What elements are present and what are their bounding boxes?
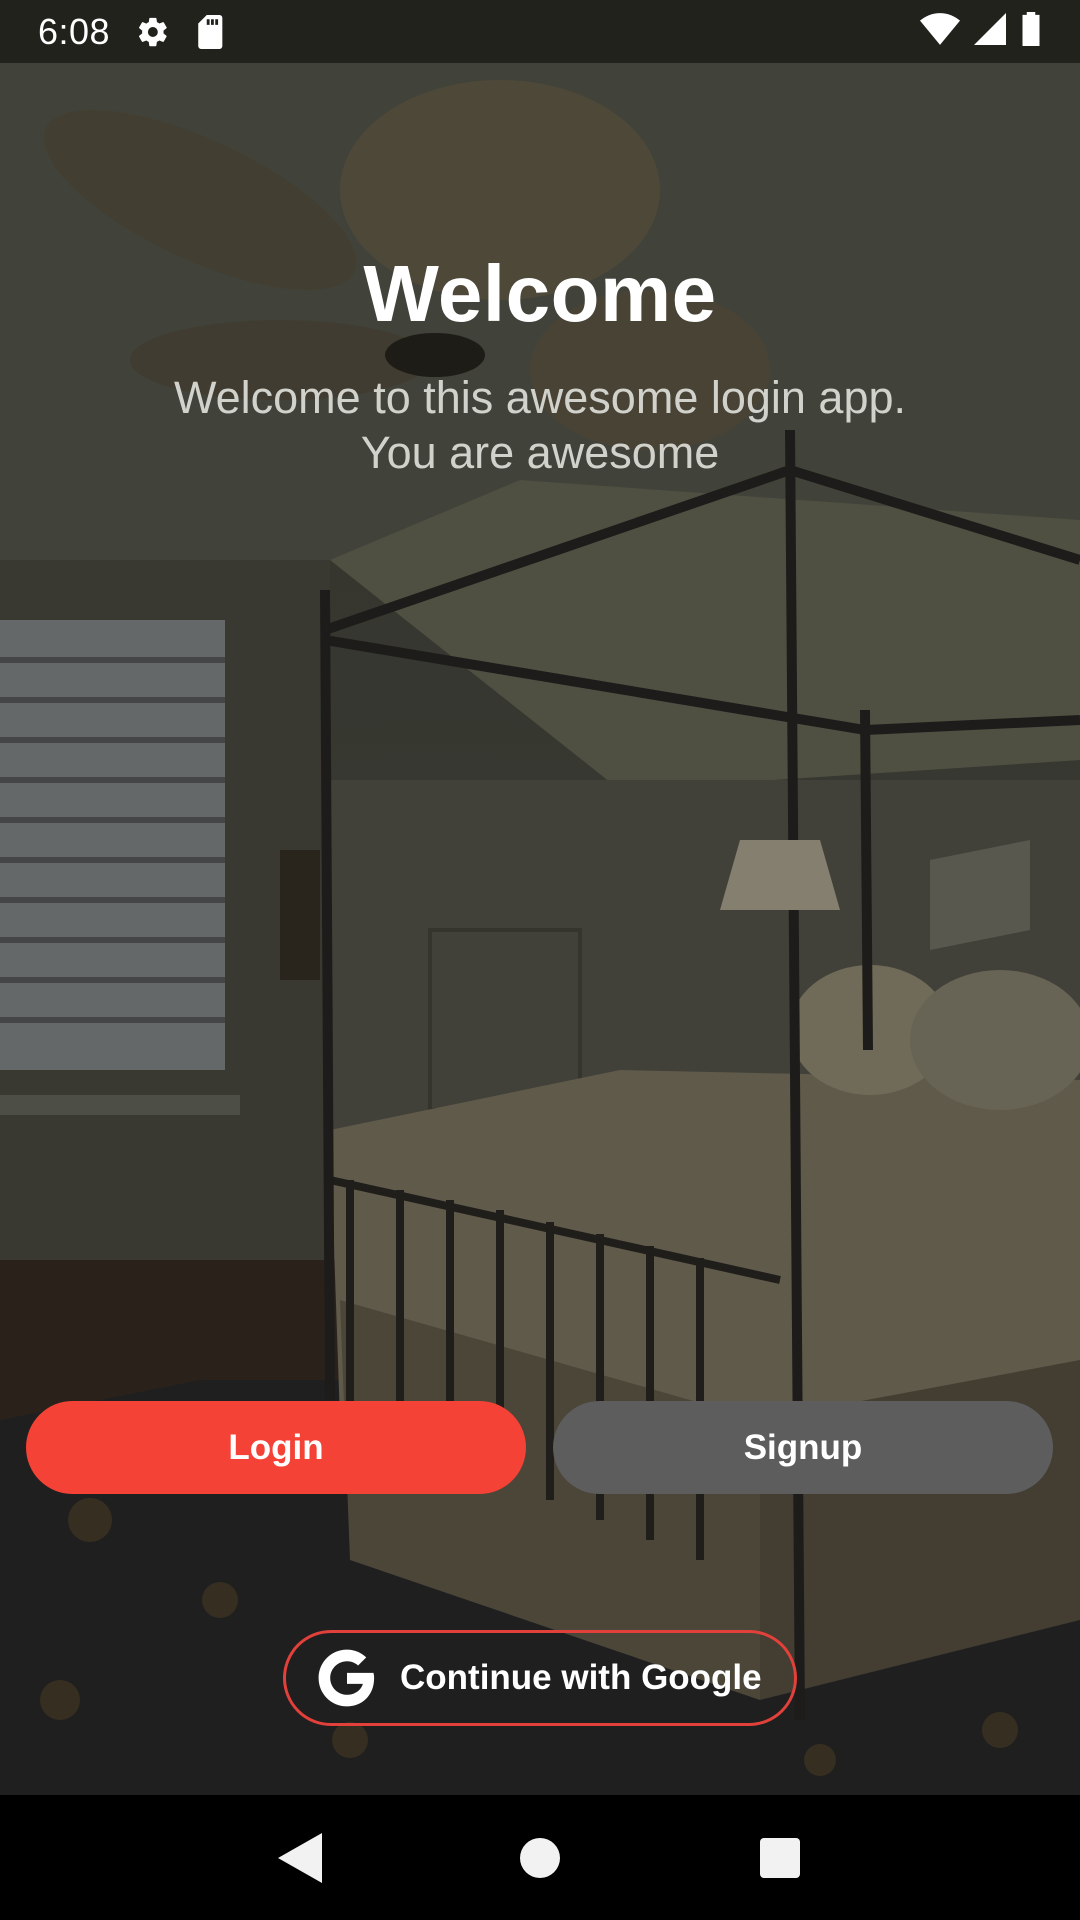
status-time: 6:08 xyxy=(38,10,111,52)
google-button-label: Continue with Google xyxy=(400,1658,762,1697)
recents-square-icon[interactable] xyxy=(735,1813,825,1903)
wifi-icon xyxy=(920,13,960,50)
welcome-subtitle: Welcome to this awesome login app. You a… xyxy=(120,370,960,480)
back-triangle-icon[interactable] xyxy=(255,1813,345,1903)
home-circle-icon[interactable] xyxy=(495,1813,585,1903)
welcome-title: Welcome xyxy=(363,249,717,338)
google-g-icon xyxy=(316,1647,378,1709)
signup-button[interactable]: Signup xyxy=(553,1401,1053,1494)
login-button[interactable]: Login xyxy=(26,1401,526,1494)
settings-icon xyxy=(136,15,170,49)
continue-with-google-button[interactable]: Continue with Google xyxy=(283,1630,797,1726)
welcome-subtitle-line-1: Welcome to this awesome login app. xyxy=(173,372,907,423)
login-screen: 6:08 Welcome Welcome to this awesome log… xyxy=(0,0,1080,1920)
status-bar: 6:08 xyxy=(0,0,1080,63)
battery-icon xyxy=(1020,12,1042,51)
cell-signal-icon xyxy=(974,13,1006,50)
welcome-subtitle-line-2: You are awesome xyxy=(360,427,720,478)
sd-card-icon xyxy=(196,14,226,49)
navigation-bar xyxy=(0,1795,1080,1920)
